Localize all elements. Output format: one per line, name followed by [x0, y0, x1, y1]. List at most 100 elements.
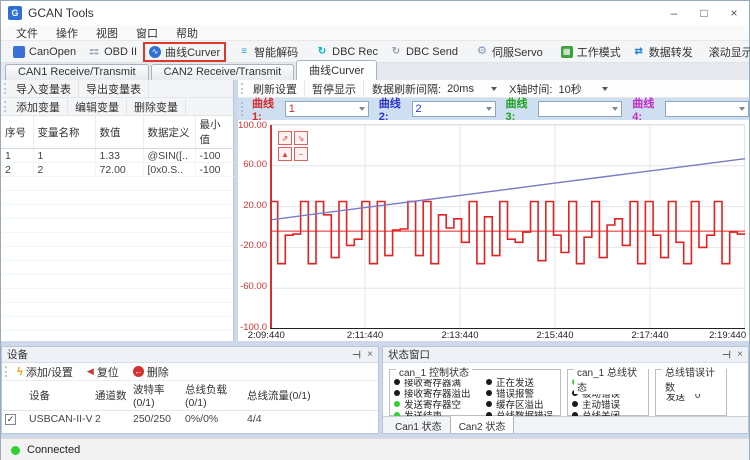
- menu-operate[interactable]: 操作: [47, 25, 87, 41]
- pin-icon[interactable]: ⊤: [720, 350, 731, 359]
- work-mode-button[interactable]: ▦ 工作模式: [555, 43, 627, 61]
- minimize-button[interactable]: –: [659, 1, 689, 25]
- refresh-interval-select[interactable]: 20ms: [443, 83, 501, 95]
- delete-variable-button[interactable]: 删除变量: [127, 98, 186, 115]
- x-tick-label: 2:19:440: [709, 330, 746, 341]
- chart-zoom-button[interactable]: −: [294, 147, 308, 161]
- bus-status-title: can_1 总线状态: [574, 364, 648, 394]
- error-counter-group: 总线错误计数 接收0 发送0: [655, 369, 727, 416]
- status-dot-icon: [486, 379, 492, 385]
- col-header-value[interactable]: 数值: [95, 116, 143, 149]
- smart-decode-icon: ≡: [238, 46, 250, 58]
- work-mode-icon: ▦: [561, 46, 573, 58]
- smart-decode-label: 智能解码: [254, 44, 298, 60]
- cell-value: 1.33: [95, 149, 143, 163]
- servo-button[interactable]: ⚙ 伺服Servo: [470, 43, 549, 61]
- tab-can1[interactable]: CAN1 Receive/Transmit: [5, 64, 149, 80]
- canopen-icon: [13, 46, 25, 58]
- col-header-device[interactable]: 设备: [26, 381, 92, 411]
- obd2-button[interactable]: ⚏ OBD II: [82, 45, 143, 59]
- curve2-select[interactable]: 2: [412, 101, 496, 117]
- x-tick-label: 2:13:440: [442, 330, 479, 341]
- curve3-select[interactable]: [538, 101, 622, 117]
- pin-icon[interactable]: ⊤: [350, 350, 361, 359]
- chevron-down-icon: [612, 107, 618, 111]
- curve4-select[interactable]: [665, 101, 749, 117]
- x-tick-label: 2:17:440: [632, 330, 669, 341]
- add-variable-button[interactable]: 添加变量: [9, 98, 68, 115]
- chart-zoom-button[interactable]: ▲: [278, 147, 292, 161]
- device-row[interactable]: ✓ USBCAN-II-V5 2 250/250 0%/0% 4/4: [2, 411, 378, 427]
- menu-file[interactable]: 文件: [7, 25, 47, 41]
- canopen-button[interactable]: CanOpen: [7, 45, 82, 59]
- col-header-channels[interactable]: 通道数: [92, 381, 130, 411]
- window-title: GCAN Tools: [28, 6, 94, 20]
- status-panel-title: 状态窗口: [388, 347, 430, 362]
- col-header-definition[interactable]: 数据定义: [143, 116, 195, 149]
- curve-button[interactable]: ∿ 曲线Curver: [143, 42, 226, 62]
- col-header-load[interactable]: 总线负载(0/1): [182, 381, 244, 411]
- maximize-button[interactable]: □: [689, 1, 719, 25]
- col-header-baud[interactable]: 波特率(0/1): [130, 381, 182, 411]
- col-header-flow[interactable]: 总线流量(0/1): [244, 381, 378, 411]
- col-header-min[interactable]: 最小值: [195, 116, 234, 149]
- device-panel-titlebar: 设备 ⊤ ×: [2, 347, 378, 363]
- app-logo-icon: G: [8, 6, 22, 20]
- data-forward-icon: ⇄: [633, 46, 645, 58]
- close-icon[interactable]: ×: [737, 349, 743, 360]
- tab-can1-status[interactable]: Can1 状态: [387, 417, 450, 434]
- obd2-icon: ⚏: [88, 46, 100, 58]
- add-device-label: 添加/设置: [26, 364, 73, 380]
- status-panel-titlebar: 状态窗口 ⊤ ×: [383, 347, 748, 363]
- table-row[interactable]: 1 1 1.33 @SIN([.. -100: [1, 149, 234, 163]
- close-button[interactable]: ×: [719, 1, 749, 25]
- tab-can2[interactable]: CAN2 Receive/Transmit: [151, 64, 295, 80]
- col-header-no[interactable]: 序号: [1, 116, 33, 149]
- device-checkbox[interactable]: ✓: [5, 414, 16, 425]
- curve1-select[interactable]: 1: [285, 101, 369, 117]
- curve2-label: 曲线2:: [379, 95, 408, 123]
- data-forward-button[interactable]: ⇄ 数据转发: [627, 43, 699, 61]
- edit-variable-button[interactable]: 编辑变量: [68, 98, 127, 115]
- chart-zoom-button[interactable]: ⇗: [278, 131, 292, 145]
- y-tick-label: 100.00: [238, 120, 267, 131]
- curve-label: 曲线Curver: [165, 44, 220, 60]
- main-tab-bar: CAN1 Receive/Transmit CAN2 Receive/Trans…: [1, 63, 749, 80]
- reset-device-button[interactable]: ◀ 复位: [80, 363, 126, 380]
- pause-display-button[interactable]: 暂停显示: [305, 80, 364, 97]
- title-bar: G GCAN Tools – □ ×: [1, 1, 749, 25]
- x-axis-time-select[interactable]: 10秒: [554, 81, 612, 97]
- tab-curve[interactable]: 曲线Curver: [296, 60, 377, 81]
- cell-name: 2: [33, 163, 95, 177]
- chart-zoom-button[interactable]: ⇘: [294, 131, 308, 145]
- chevron-down-icon: [486, 107, 492, 111]
- variable-table: 序号 变量名称 数值 数据定义 最小值 1 1 1.33 @SIN([.. -1…: [1, 116, 235, 177]
- menu-window[interactable]: 窗口: [127, 25, 167, 41]
- tab-can2-status[interactable]: Can2 状态: [450, 416, 515, 434]
- dbc-rec-label: DBC Rec: [332, 46, 378, 58]
- col-header-name[interactable]: 变量名称: [33, 116, 95, 149]
- device-panel: 设备 ⊤ × ϟ 添加/设置 ◀ 复位 ← 删除: [1, 346, 379, 434]
- menu-help[interactable]: 帮助: [167, 25, 207, 41]
- status-panel: 状态窗口 ⊤ × can_1 控制状态 接收寄存器满 接收寄存器溢出 发送寄存器…: [382, 346, 749, 434]
- import-variables-button[interactable]: 导入变量表: [9, 80, 79, 97]
- cell-value: 72.00: [95, 163, 143, 177]
- add-device-button[interactable]: ϟ 添加/设置: [10, 363, 80, 380]
- status-dot-icon: [394, 379, 400, 385]
- servo-icon: ⚙: [476, 46, 488, 58]
- dbc-rec-button[interactable]: ↻ DBC Rec: [310, 45, 384, 59]
- delete-icon: ←: [133, 366, 144, 377]
- close-icon[interactable]: ×: [367, 349, 373, 360]
- delete-device-button[interactable]: ← 删除: [126, 363, 176, 380]
- export-variables-button[interactable]: 导出变量表: [79, 80, 149, 97]
- menu-view[interactable]: 视图: [87, 25, 127, 41]
- table-row[interactable]: 2 2 72.00 [0x0.S.. -100: [1, 163, 234, 177]
- curve-icon: ∿: [149, 46, 161, 58]
- chevron-down-icon: [359, 107, 365, 111]
- smart-decode-button[interactable]: ≡ 智能解码: [232, 43, 304, 61]
- control-status-title: can_1 控制状态: [396, 364, 472, 379]
- dbc-rec-icon: ↻: [316, 46, 328, 58]
- dbc-send-button[interactable]: ↻ DBC Send: [384, 45, 464, 59]
- obd2-label: OBD II: [104, 46, 137, 58]
- x-axis-time-value: 10秒: [558, 81, 581, 97]
